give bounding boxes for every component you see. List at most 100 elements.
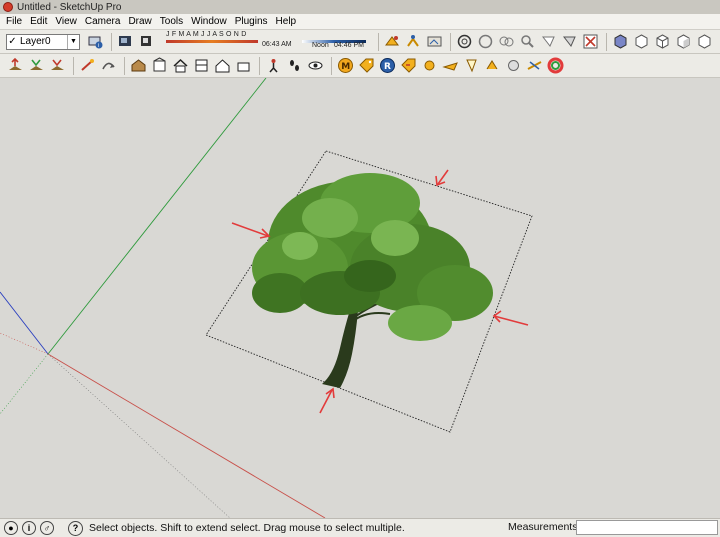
house-outline-icon: [215, 59, 230, 73]
green-axis-negative: [0, 353, 49, 415]
photo-match-button[interactable]: [425, 32, 444, 51]
iso-view-button[interactable]: [611, 32, 630, 51]
layer-manager-icon: i: [88, 36, 103, 49]
menu-camera[interactable]: Camera: [81, 16, 125, 27]
render-button[interactable]: R: [378, 56, 397, 75]
tag-button[interactable]: [357, 56, 376, 75]
sandbox-tool-button[interactable]: [383, 32, 402, 51]
display-shadows-icon: [141, 36, 151, 46]
menu-edit[interactable]: Edit: [26, 16, 51, 27]
menu-draw[interactable]: Draw: [124, 16, 155, 27]
add-detail-button[interactable]: [78, 56, 97, 75]
user-icon[interactable]: ♂: [40, 521, 54, 535]
back-cube-icon: [698, 34, 711, 49]
help-icon[interactable]: ?: [68, 520, 83, 536]
tag-edit-button[interactable]: [399, 56, 418, 75]
shadow-settings-button[interactable]: [116, 32, 135, 51]
menu-file[interactable]: File: [0, 16, 26, 27]
toolbar-separator: [450, 32, 451, 51]
toolbar-separator: [73, 56, 74, 75]
toolbar-top: ✓ Layer0 ▼ i J F M A M J J A S O N D 06:…: [0, 30, 720, 54]
plane-light-icon: [442, 62, 458, 71]
tag-icon: [359, 58, 374, 73]
iso-cube-icon: [614, 34, 627, 49]
sphere-icon: [508, 60, 519, 71]
position-camera-button[interactable]: [264, 56, 283, 75]
green-axis: [47, 78, 267, 355]
component-button[interactable]: [192, 56, 211, 75]
orbit-tool-button[interactable]: [476, 32, 495, 51]
share-model-button[interactable]: [150, 56, 169, 75]
plane-light-button[interactable]: [441, 56, 460, 75]
menu-help[interactable]: Help: [272, 16, 301, 27]
home-icon: [173, 58, 188, 73]
front-cube-icon: [656, 34, 669, 49]
sky-icon: [527, 61, 542, 70]
measurements-input[interactable]: [576, 520, 718, 535]
svg-text:R: R: [384, 62, 391, 72]
layer-dropdown[interactable]: ✓ Layer0 ▼: [6, 33, 80, 50]
blue-axis: [0, 291, 49, 355]
check-icon: ✓: [8, 36, 17, 47]
back-view-button[interactable]: [695, 32, 714, 51]
toolbar-separator: [606, 32, 607, 51]
stamp-button[interactable]: [27, 56, 46, 75]
shadow-months-scale: J F M A M J J A S O N D: [166, 31, 247, 38]
color-wheel-button[interactable]: [546, 56, 565, 75]
shadow-date-slider[interactable]: [166, 40, 258, 43]
smoove-button[interactable]: [6, 56, 25, 75]
previous-view-button[interactable]: [581, 32, 600, 51]
box-outline-button[interactable]: [234, 56, 253, 75]
zoom-window-icon: [541, 36, 555, 47]
pan-tool-button[interactable]: [497, 32, 516, 51]
right-view-button[interactable]: [674, 32, 693, 51]
house-outline-button[interactable]: [213, 56, 232, 75]
sky-button[interactable]: [525, 56, 544, 75]
pan-icon: [499, 36, 514, 47]
tree-foliage: [252, 173, 493, 341]
menu-plugins[interactable]: Plugins: [231, 16, 272, 27]
shadow-noon-label: Noon: [312, 42, 329, 49]
photo-match-icon: [427, 36, 442, 47]
color-wheel-icon: [547, 57, 564, 74]
add-detail-icon: [81, 59, 94, 71]
menu-tools[interactable]: Tools: [156, 16, 187, 27]
flip-edge-button[interactable]: [99, 56, 118, 75]
display-shadows-button[interactable]: [137, 32, 156, 51]
svg-text:M: M: [341, 62, 350, 72]
front-view-button[interactable]: [653, 32, 672, 51]
toolbar-separator: [111, 32, 112, 51]
ies-light-button[interactable]: [483, 56, 502, 75]
spot-light-button[interactable]: [462, 56, 481, 75]
home-button[interactable]: [171, 56, 190, 75]
zoom-icon: [521, 35, 534, 48]
menu-window[interactable]: Window: [187, 16, 231, 27]
menu-view[interactable]: View: [51, 16, 81, 27]
follow-me-button[interactable]: [404, 32, 423, 51]
top-view-button[interactable]: [632, 32, 651, 51]
zoom-window-button[interactable]: [539, 32, 558, 51]
target-tool-button[interactable]: [455, 32, 474, 51]
sandbox-icon: [385, 36, 399, 46]
look-around-button[interactable]: [306, 56, 325, 75]
walk-button[interactable]: [285, 56, 304, 75]
drape-button[interactable]: [48, 56, 67, 75]
red-axis: [47, 353, 326, 518]
shadow-time-start: 06:43 AM: [262, 41, 292, 48]
toolbar-bottom: M R: [0, 54, 720, 78]
r-badge-icon: R: [380, 58, 395, 73]
tag-edit-icon: [401, 58, 416, 73]
material-button[interactable]: M: [336, 56, 355, 75]
zoom-tool-button[interactable]: [518, 32, 537, 51]
sphere-button[interactable]: [504, 56, 523, 75]
warehouse-button[interactable]: [129, 56, 148, 75]
credits-icon[interactable]: i: [22, 521, 36, 535]
layer-manager-button[interactable]: i: [86, 32, 105, 51]
top-cube-icon: [635, 34, 648, 49]
modeling-viewport[interactable]: [0, 78, 720, 518]
chevron-down-icon[interactable]: ▼: [67, 34, 79, 49]
light-button[interactable]: [420, 56, 439, 75]
geo-location-icon[interactable]: ●: [4, 521, 18, 535]
zoom-extents-button[interactable]: [560, 32, 579, 51]
follow-me-icon: [407, 35, 419, 47]
